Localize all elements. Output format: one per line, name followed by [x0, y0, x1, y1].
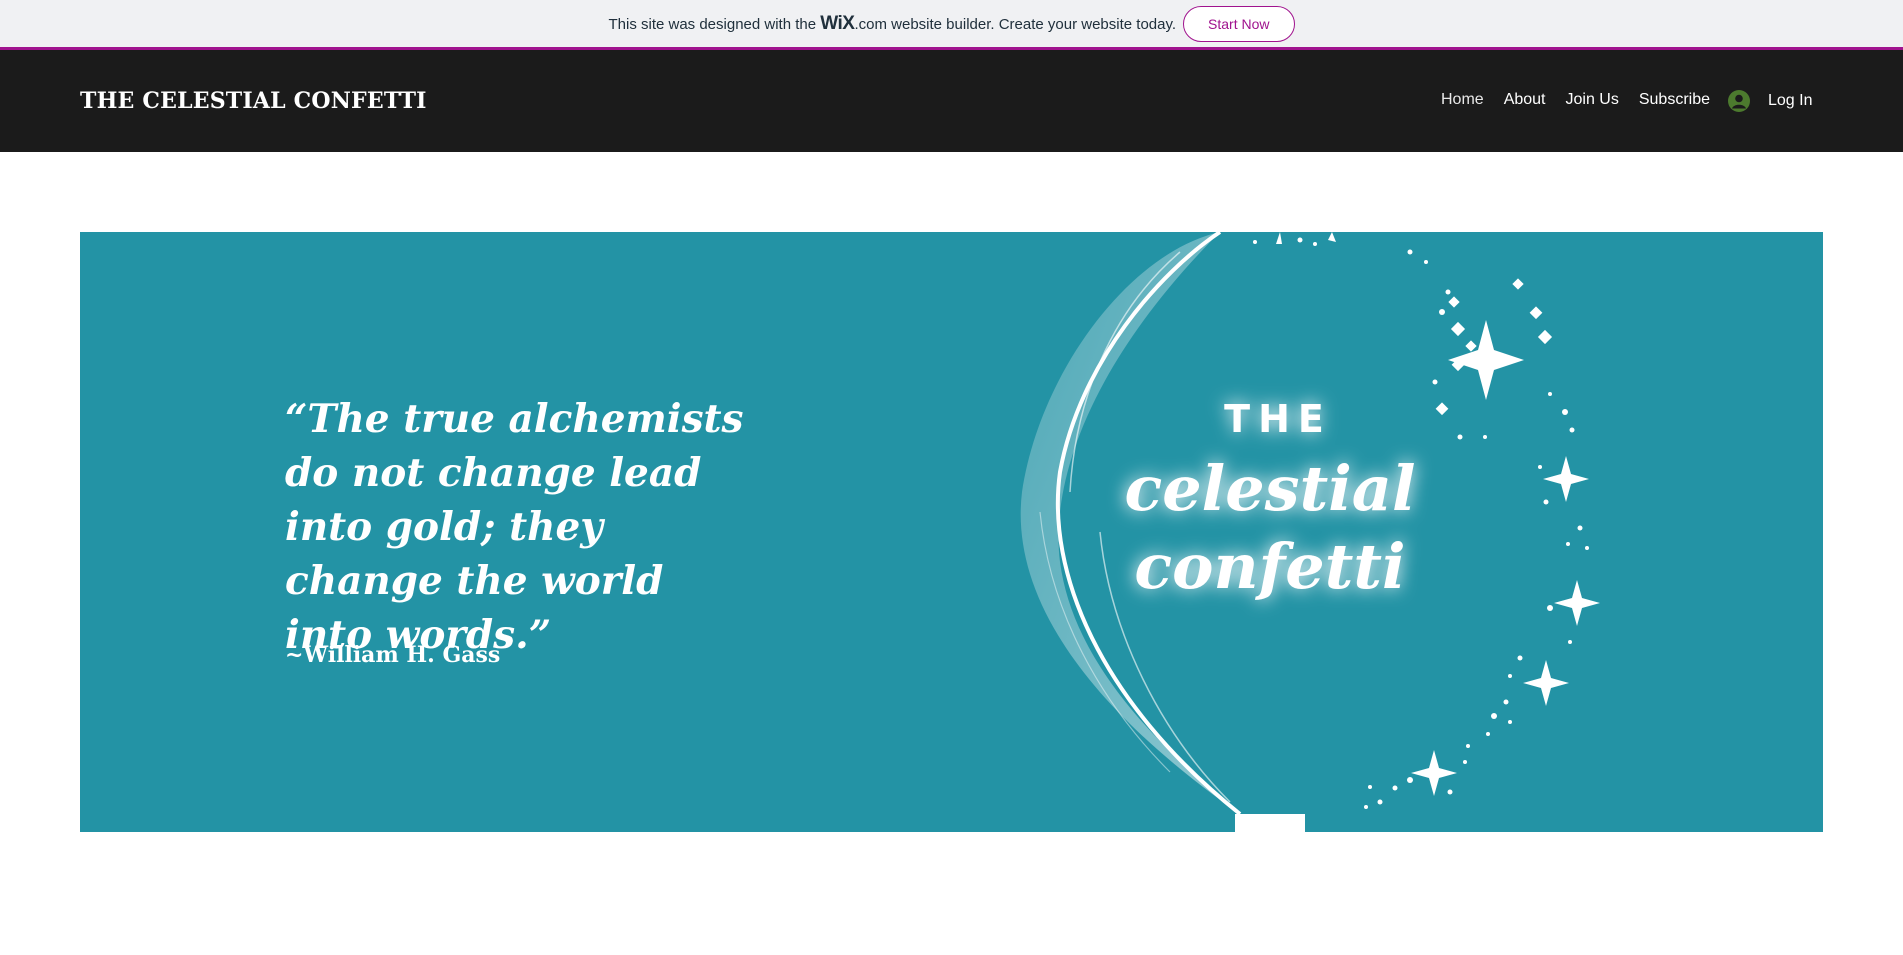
wix-banner-text-after: .com website builder. Create your websit…: [854, 15, 1177, 33]
nav-subscribe[interactable]: Subscribe: [1639, 91, 1710, 109]
nav-about[interactable]: About: [1504, 91, 1546, 109]
quote-attribution: ~William H. Gass: [285, 642, 501, 668]
logo-line-celestial: celestial: [1124, 452, 1415, 525]
celestial-confetti-logo-image: THE celestial confetti: [1020, 232, 1600, 832]
nav-home[interactable]: Home: [1441, 91, 1484, 109]
wix-banner-text-before: This site was designed with the: [608, 15, 821, 33]
logo-line-confetti: confetti: [1134, 530, 1405, 603]
start-now-button[interactable]: Start Now: [1183, 5, 1295, 42]
site-title[interactable]: THE CELESTIAL CONFETTI: [80, 88, 427, 114]
wix-logo: WiX: [820, 12, 855, 34]
site-header: THE CELESTIAL CONFETTI Home About Join U…: [0, 50, 1903, 152]
main-nav: Home About Join Us Subscribe: [1441, 91, 1730, 109]
logo-line-the: THE: [1224, 397, 1332, 441]
hero-quote: “The true alchemists do not change lead …: [285, 396, 744, 658]
user-avatar-icon: [1728, 90, 1750, 112]
ink-pot-icon: [1235, 814, 1305, 832]
wix-banner-text: This site was designed with the WiX .com …: [608, 13, 1176, 35]
wix-banner: This site was designed with the WiX .com …: [0, 0, 1903, 50]
nav-join-us[interactable]: Join Us: [1566, 91, 1619, 109]
logo-text-group: THE celestial confetti: [1124, 397, 1415, 603]
login-label: Log In: [1768, 92, 1813, 109]
hero-banner: “The true alchemists do not change lead …: [80, 232, 1823, 832]
login-button[interactable]: Log In: [1728, 90, 1812, 112]
